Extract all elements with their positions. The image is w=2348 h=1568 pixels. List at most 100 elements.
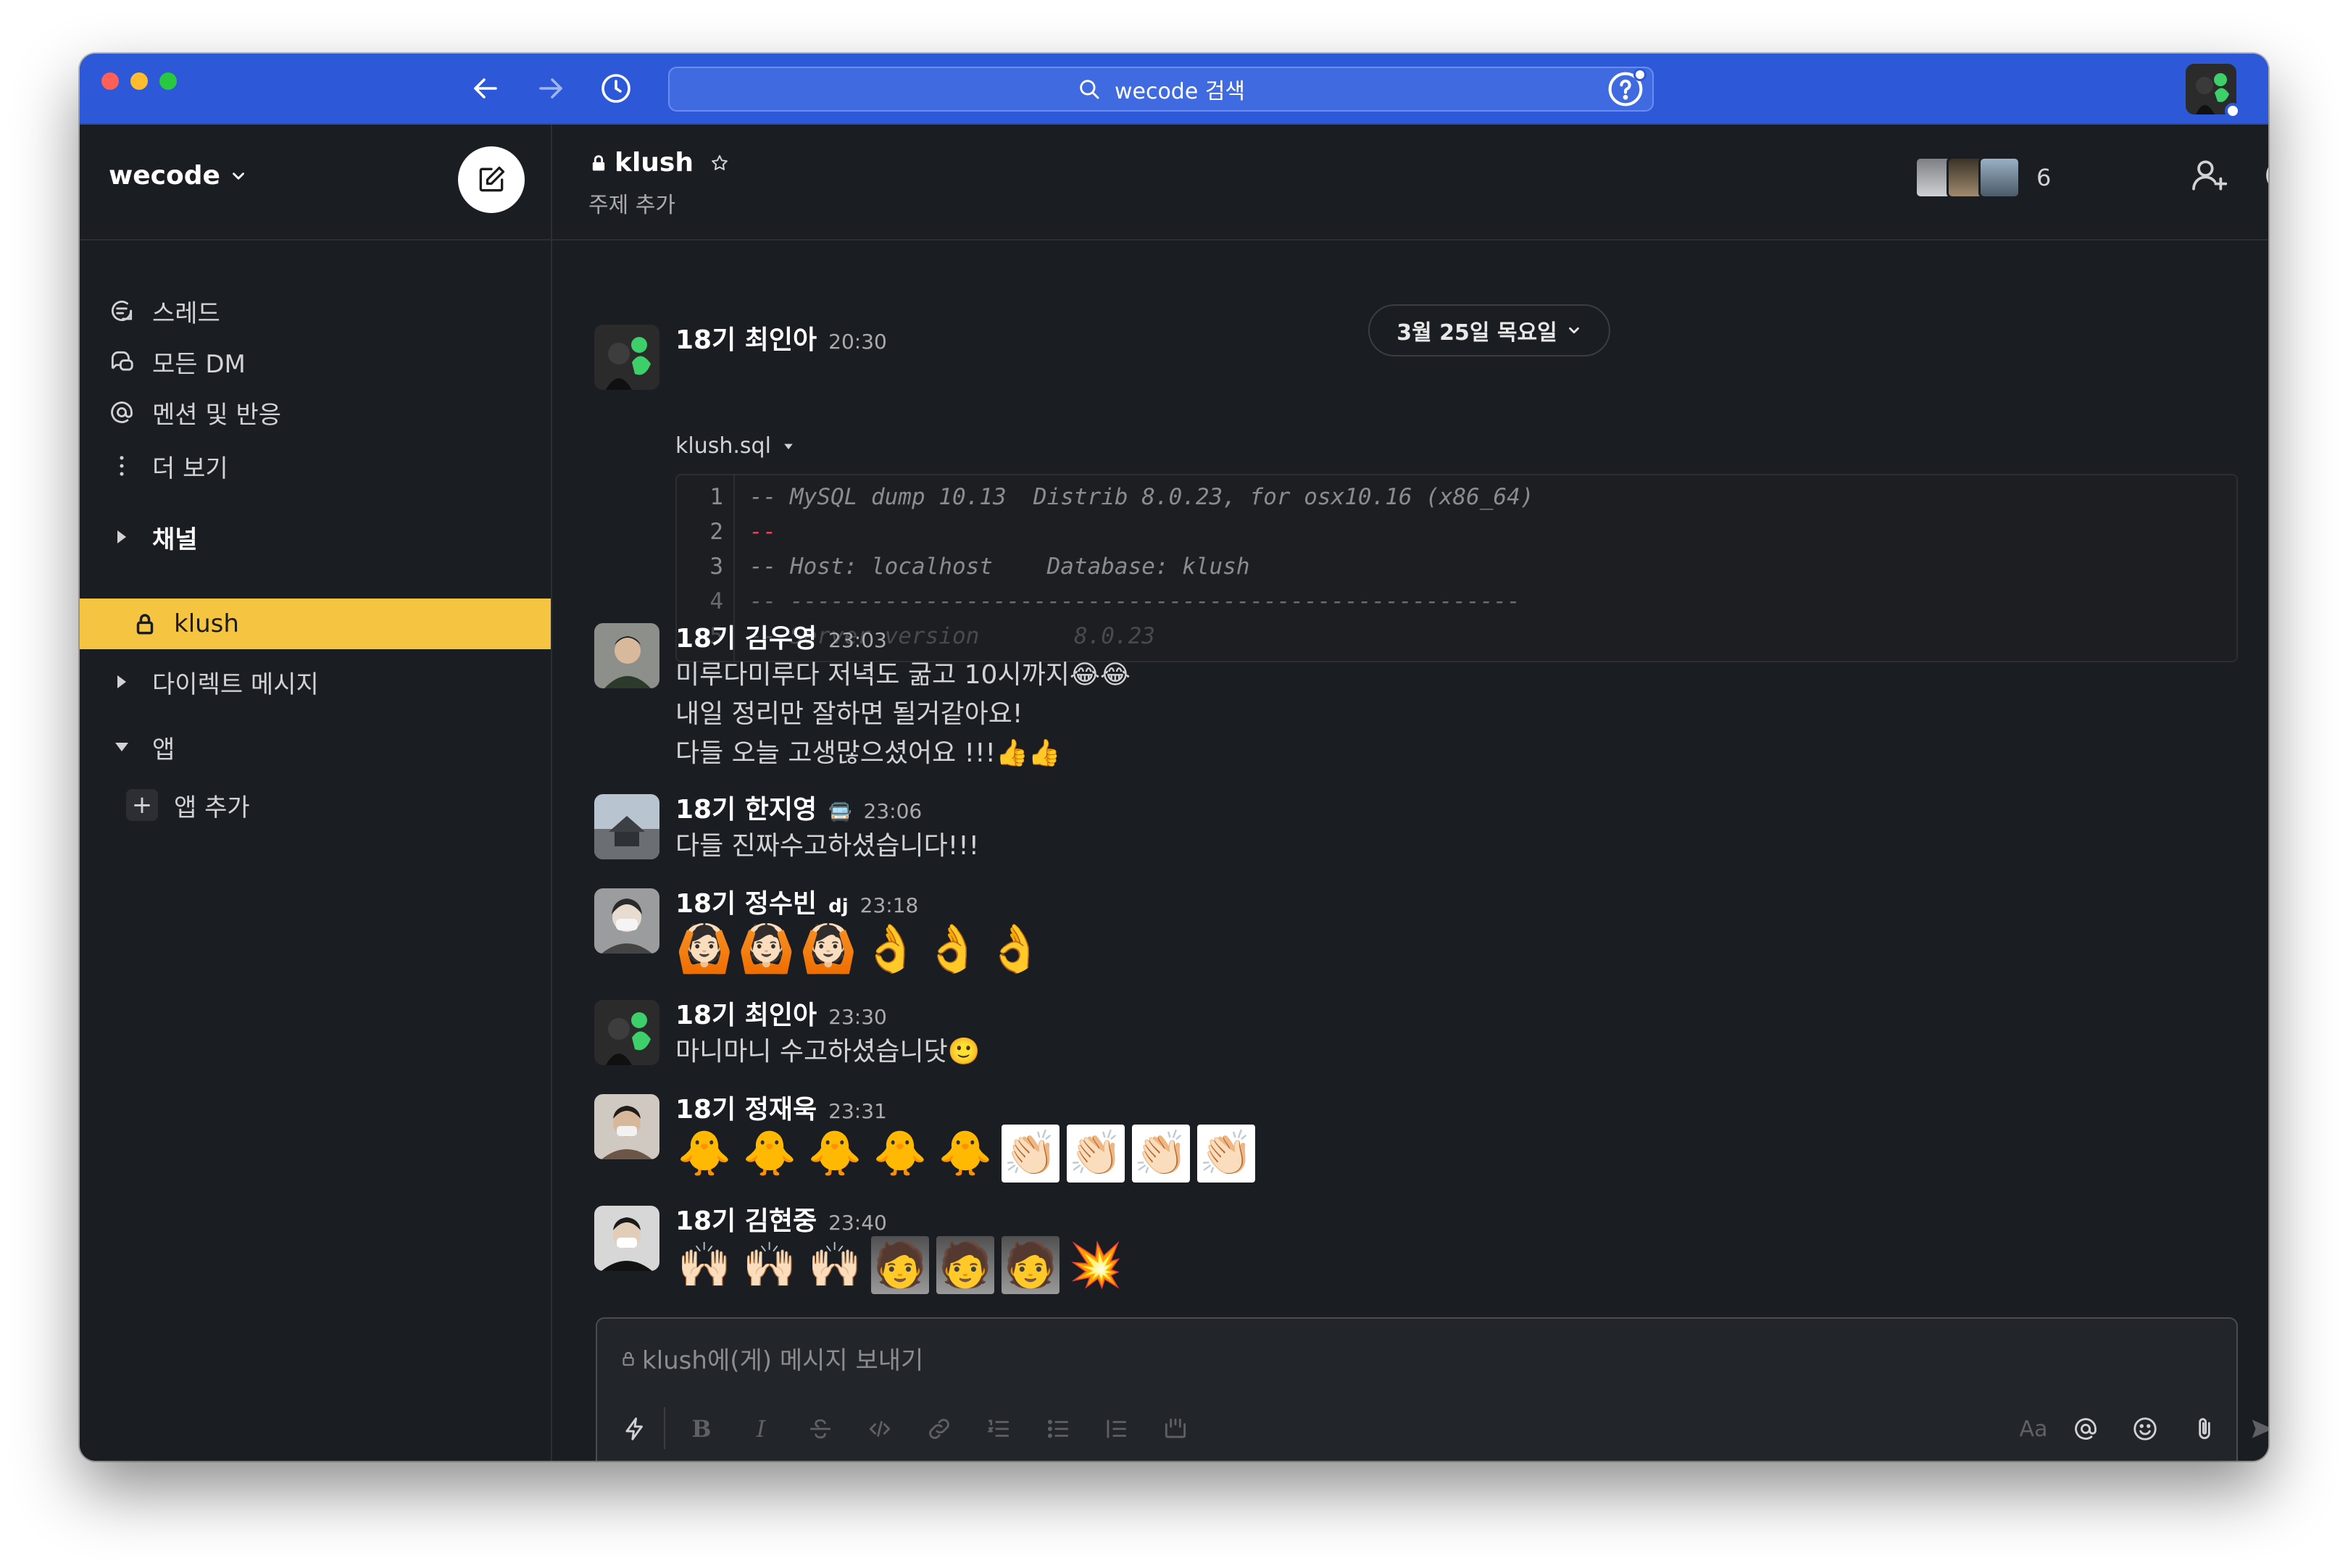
workspace-header: wecode [80,125,551,241]
dm-icon [107,347,136,376]
italic-icon[interactable]: I [745,1413,777,1445]
sidebar-item-more[interactable]: 더 보기 [80,441,551,491]
emoji[interactable]: 👌 [986,920,1044,978]
avatar[interactable] [594,1000,659,1065]
avatar[interactable] [594,623,659,688]
timestamp[interactable]: 23:18 [860,893,919,917]
workspace-switcher[interactable]: wecode [109,161,248,191]
emoji[interactable]: 🙌🏻 [806,1236,864,1294]
sender-name[interactable]: 18기 정재욱 [675,1088,817,1126]
search-input[interactable]: wecode 검색 [668,67,1654,112]
channels-section-toggle[interactable]: 채널 [80,512,551,562]
emoji[interactable]: 👏🏻 [1197,1125,1255,1183]
emoji[interactable]: 🙆🏻 [738,920,796,978]
emoji[interactable]: 🐥 [675,1125,733,1183]
strikethrough-icon[interactable] [804,1413,836,1445]
status-emoji[interactable]: dj [828,896,849,917]
bulleted-list-icon[interactable] [1042,1413,1074,1445]
blockquote-icon[interactable] [1100,1413,1132,1445]
emoji[interactable]: 🧑 [936,1236,994,1294]
ordered-list-icon[interactable] [983,1413,1015,1445]
member-list-button[interactable]: 6 [1915,157,2051,199]
add-member-icon[interactable] [2189,155,2229,196]
timestamp[interactable]: 23:06 [864,799,923,823]
avatar[interactable] [594,794,659,859]
emoji[interactable]: 👌 [862,920,920,978]
avatar[interactable] [594,325,659,390]
help-icon[interactable] [1606,68,1646,109]
emoji[interactable]: 🧑 [871,1236,929,1294]
code-line: 3 -- Host: localhost Database: klush [709,554,1250,580]
message-input[interactable]: klush에(게) 메시지 보내기 [619,1340,923,1376]
apps-section-toggle[interactable]: 앱 [80,722,551,772]
code-block-icon[interactable] [1160,1413,1191,1445]
compose-icon [479,166,505,192]
shortcuts-lightning-icon[interactable] [619,1413,651,1445]
timestamp[interactable]: 23:03 [828,628,887,652]
message-composer[interactable]: klush에(게) 메시지 보내기 B I Aa [596,1317,2268,1461]
emoji[interactable]: 🐥 [741,1125,799,1183]
add-app-button[interactable]: + 앱 추가 [80,780,551,830]
code-line: 1 -- MySQL dump 10.13 Distrib 8.0.23, for… [709,484,1534,510]
channel-title-button[interactable]: klush [588,148,730,178]
history-clock-icon[interactable] [599,71,633,106]
attachment-paperclip-icon[interactable] [2189,1413,2220,1445]
timestamp[interactable]: 23:40 [828,1211,887,1235]
date-divider-button[interactable]: 3월 25일 목요일 [1368,304,1610,356]
star-icon[interactable] [709,153,730,173]
dm-section-toggle[interactable]: 다이렉트 메시지 [80,656,551,707]
sender-name[interactable]: 18기 최인아 [675,994,817,1032]
sidebar-item-threads[interactable]: 스레드 [80,285,551,336]
avatar[interactable] [594,1206,659,1271]
channel-details-icon[interactable] [2262,155,2268,196]
timestamp[interactable]: 20:30 [828,330,887,354]
message-text: 미루다미루다 저녁도 굶고 10시까지😂😂 [675,660,1131,690]
sender-name[interactable]: 18기 김현중 [675,1200,817,1238]
minimize-window-button[interactable] [130,72,148,90]
emoji[interactable]: 🧑 [1002,1236,1059,1294]
emoji[interactable]: 👏🏻 [1132,1125,1190,1183]
bold-icon[interactable]: B [686,1413,717,1445]
sender-name[interactable]: 18기 한지영 [675,788,817,826]
sidebar-item-mentions[interactable]: 멘션 및 반응 [80,387,551,438]
emoji[interactable]: 👌 [924,920,982,978]
emoji-picker-icon[interactable] [2129,1413,2161,1445]
user-avatar[interactable] [2186,64,2241,119]
code-icon[interactable] [864,1413,896,1445]
link-icon[interactable] [923,1413,955,1445]
emoji-row: 🙆🏻 🙆🏻 🙆🏻 👌 👌 👌 [675,920,1044,978]
mention-icon[interactable] [2070,1413,2102,1445]
caret-down-icon [784,443,793,449]
emoji[interactable]: 🙆🏻 [799,920,857,978]
emoji[interactable]: 💥 [1067,1236,1125,1294]
emoji[interactable]: 👏🏻 [1002,1125,1059,1183]
emoji[interactable]: 🐥 [871,1125,929,1183]
emoji[interactable]: 🙌🏻 [741,1236,799,1294]
zoom-window-button[interactable] [159,72,177,90]
message-header: 18기 한지영 🚍 23:06 [675,788,922,826]
sender-name[interactable]: 18기 김우영 [675,617,817,655]
emoji[interactable]: 🐥 [936,1125,994,1183]
timestamp[interactable]: 23:31 [828,1099,887,1123]
avatar[interactable] [594,888,659,954]
sidebar-item-klush[interactable]: klush [80,599,551,649]
emoji[interactable]: 🙆🏻 [675,920,733,978]
file-title-button[interactable]: klush.sql [675,433,796,459]
avatar[interactable] [594,1094,659,1159]
format-toggle-button[interactable]: Aa [2012,1413,2055,1445]
emoji[interactable]: 🐥 [806,1125,864,1183]
sender-name[interactable]: 18기 정수빈 [675,883,817,920]
timestamp[interactable]: 23:30 [828,1005,887,1029]
channel-topic-button[interactable]: 주제 추가 [588,187,675,219]
sidebar-item-all-dms[interactable]: 모든 DM [80,336,551,387]
emoji[interactable]: 🙌🏻 [675,1236,733,1294]
emoji[interactable]: 👏🏻 [1067,1125,1125,1183]
compose-button[interactable] [458,146,525,213]
back-arrow-icon[interactable] [468,71,503,106]
status-emoji[interactable]: 🚍 [828,801,852,823]
close-window-button[interactable] [101,72,119,90]
forward-arrow-icon[interactable] [533,71,568,106]
send-icon[interactable] [2247,1413,2268,1445]
sender-name[interactable]: 18기 최인아 [675,319,817,356]
code-snippet[interactable]: 1 -- MySQL dump 10.13 Distrib 8.0.23, for… [675,474,2238,662]
